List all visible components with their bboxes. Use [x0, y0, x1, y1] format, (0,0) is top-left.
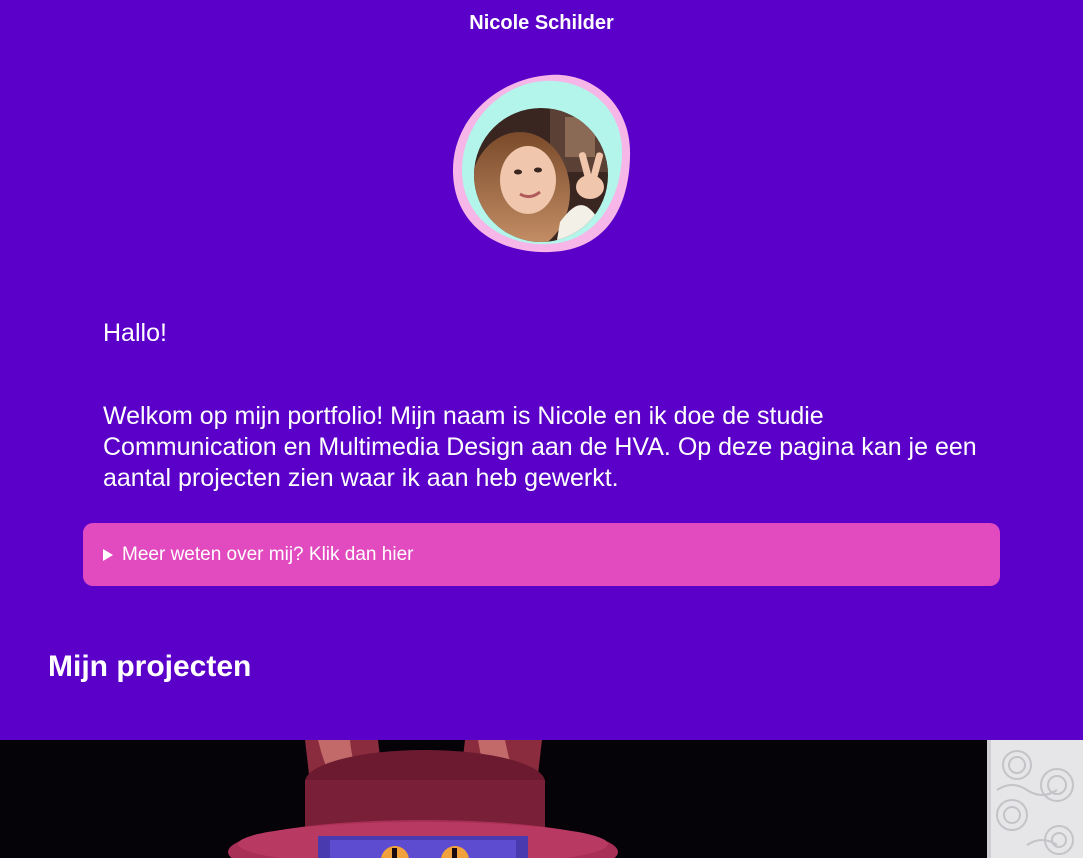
more-info-toggle[interactable]: Meer weten over mij? Klik dan hier — [83, 523, 1000, 586]
project-card-cat-character[interactable] — [0, 740, 987, 858]
avatar — [450, 72, 634, 256]
pattern-illustration-icon — [987, 740, 1074, 858]
project-card-pattern[interactable] — [987, 740, 1083, 858]
intro-text: Welkom op mijn portfolio! Mijn naam is N… — [103, 402, 977, 492]
projects-gallery — [0, 740, 1083, 858]
projects-heading: Mijn projecten — [48, 650, 252, 683]
portfolio-page: Nicole Schilder Hallo! Welkom op mijn po… — [0, 0, 1083, 858]
profile-photo-icon — [452, 74, 631, 253]
cat-character-illustration-icon — [228, 740, 618, 858]
intro-section: Hallo! Welkom op mijn portfolio! Mijn na… — [103, 318, 993, 494]
greeting-text: Hallo! — [103, 319, 167, 347]
disclosure-triangle-icon — [103, 548, 113, 561]
site-title: Nicole Schilder — [469, 12, 614, 34]
more-info-label: Meer weten over mij? Klik dan hier — [122, 543, 414, 565]
